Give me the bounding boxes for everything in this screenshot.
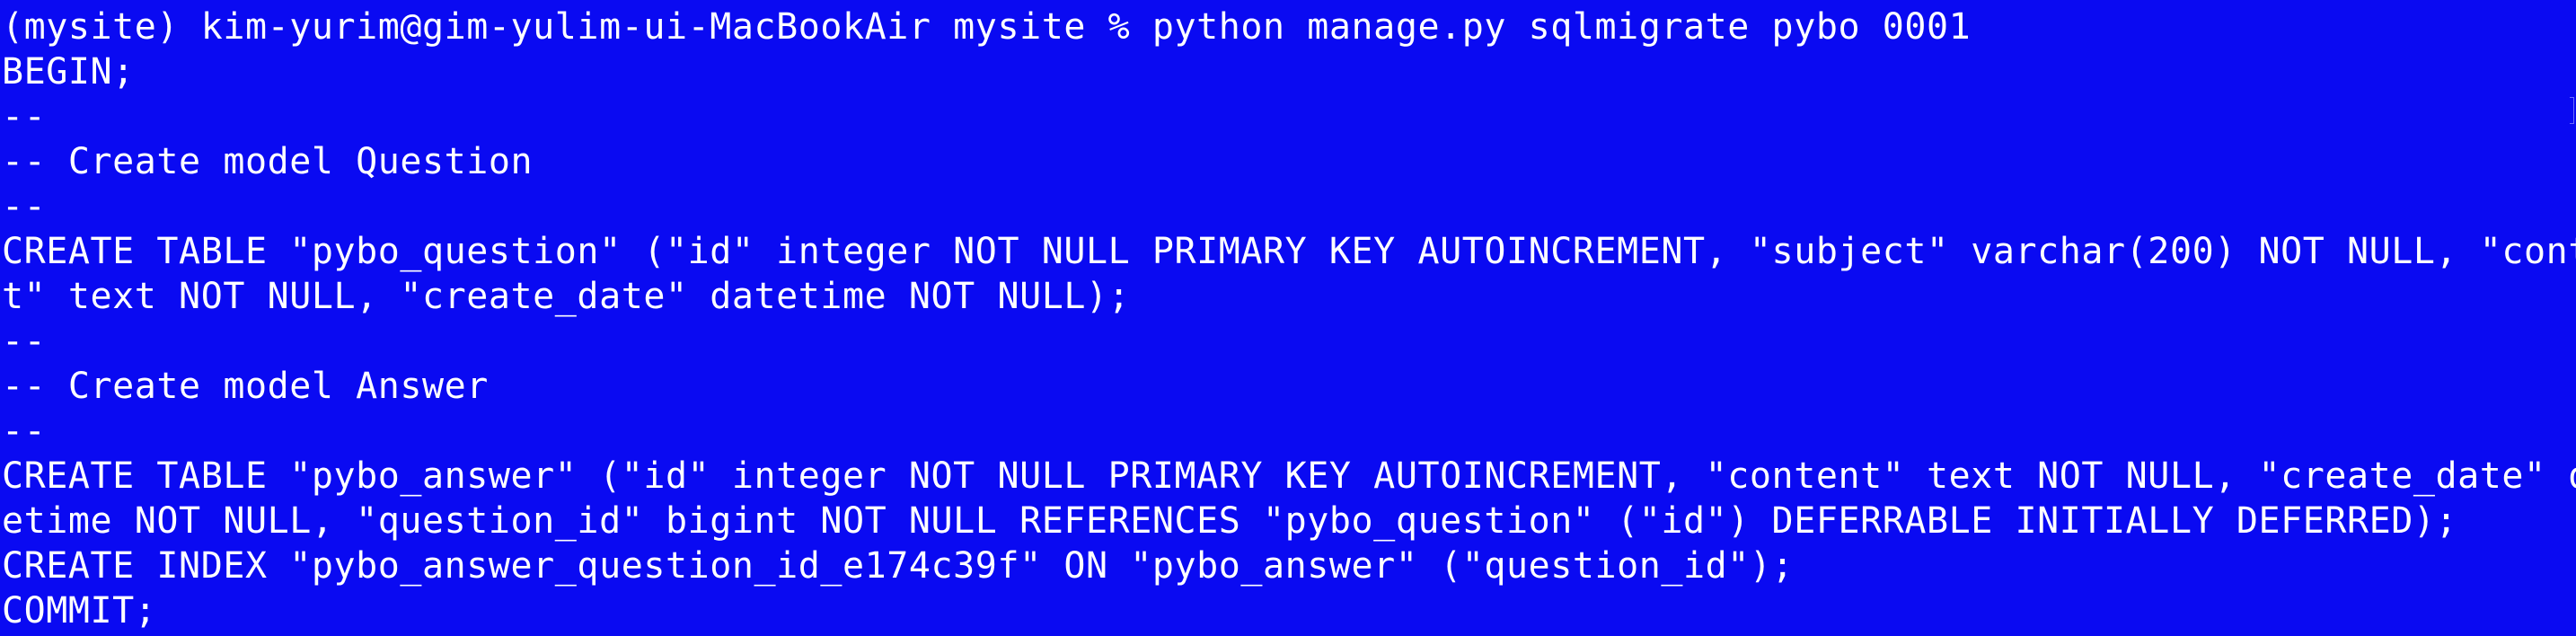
output-line: CREATE INDEX "pybo_answer_question_id_e1… (2, 545, 1795, 587)
output-line: COMMIT; (2, 590, 157, 632)
scroll-marker (2570, 97, 2574, 124)
output-line: -- (2, 96, 47, 137)
output-line: -- Create model Answer (2, 366, 489, 407)
output-line: etime NOT NULL, "question_id" bigint NOT… (2, 500, 2458, 542)
output-line: BEGIN; (2, 51, 135, 93)
output-line: CREATE TABLE "pybo_question" ("id" integ… (2, 231, 2576, 272)
output-line: -- (2, 411, 47, 452)
output-line: -- Create model Question (2, 141, 534, 182)
prompt-command-line: (mysite) kim-yurim@gim-yulim-ui-MacBookA… (2, 6, 1972, 48)
output-line: -- (2, 186, 47, 227)
output-line: t" text NOT NULL, "create_date" datetime… (2, 276, 1131, 317)
output-line: -- (2, 321, 47, 362)
terminal-window[interactable]: (mysite) kim-yurim@gim-yulim-ui-MacBookA… (0, 0, 2576, 636)
output-line: CREATE TABLE "pybo_answer" ("id" integer… (2, 455, 2576, 497)
